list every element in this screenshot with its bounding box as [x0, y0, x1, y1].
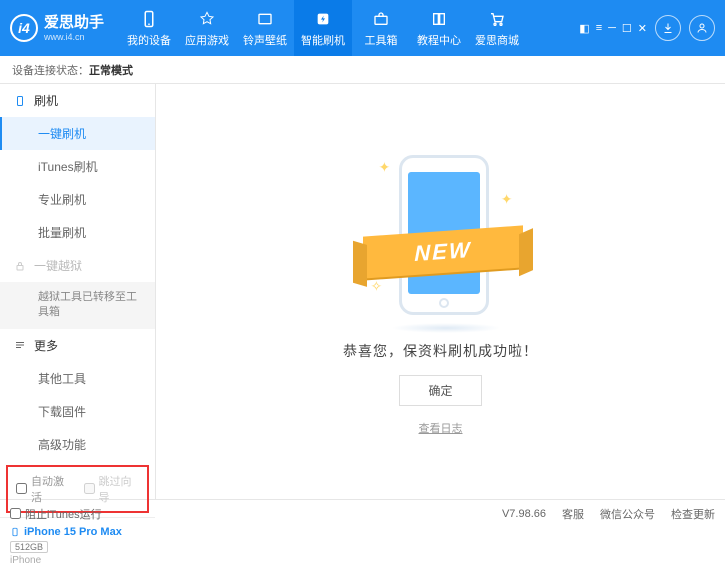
footer-link-wechat[interactable]: 微信公众号	[600, 506, 655, 522]
sidebar-item-advanced[interactable]: 高级功能	[0, 428, 155, 461]
menu-icon[interactable]: ≡	[596, 22, 602, 34]
ok-button[interactable]: 确定	[399, 375, 481, 406]
new-ribbon: NEW	[363, 225, 523, 278]
image-icon	[255, 9, 275, 29]
sidebar-item-othertools[interactable]: 其他工具	[0, 362, 155, 395]
app-url: www.i4.cn	[44, 32, 104, 43]
sidebar-jailbreak-header: 一键越狱	[0, 249, 155, 282]
nav-mydevice[interactable]: 我的设备	[120, 0, 178, 56]
nav-flash[interactable]: 智能刷机	[294, 0, 352, 56]
apps-icon	[197, 9, 217, 29]
lock-icon	[14, 260, 26, 272]
nav-toolbox[interactable]: 工具箱	[352, 0, 410, 56]
sidebar-flash-header[interactable]: 刷机	[0, 84, 155, 117]
download-button[interactable]	[655, 15, 681, 41]
status-bar: 设备连接状态： 正常模式	[0, 56, 725, 84]
nav-apps[interactable]: 应用游戏	[178, 0, 236, 56]
nav-tutorials[interactable]: 教程中心	[410, 0, 468, 56]
sidebar-item-pro[interactable]: 专业刷机	[0, 183, 155, 216]
main-content: ✦ ✦ ✧ NEW 恭喜您，保资料刷机成功啦！ 确定 查看日志	[156, 84, 725, 499]
device-phone-icon	[10, 527, 20, 537]
flash-icon	[313, 9, 333, 29]
book-icon	[429, 9, 449, 29]
sidebar-jailbreak-note: 越狱工具已转移至工具箱	[0, 282, 155, 329]
success-message: 恭喜您，保资料刷机成功啦！	[343, 341, 538, 361]
footer-link-update[interactable]: 检查更新	[671, 506, 715, 522]
block-itunes-checkbox[interactable]: 阻止iTunes运行	[10, 506, 102, 522]
user-button[interactable]	[689, 15, 715, 41]
device-type: iPhone	[10, 555, 145, 566]
maximize-icon[interactable]: ☐	[622, 22, 632, 35]
device-capacity: 512GB	[10, 541, 48, 553]
sidebar-item-oneclick[interactable]: 一键刷机	[0, 117, 155, 150]
app-logo: i4 爱思助手 www.i4.cn	[10, 14, 104, 43]
close-icon[interactable]: ✕	[638, 22, 647, 35]
status-value: 正常模式	[89, 62, 133, 78]
skip-guide-checkbox[interactable]: 跳过向导	[84, 473, 140, 505]
skin-icon[interactable]: ◧	[579, 22, 589, 35]
sidebar: 刷机 一键刷机 iTunes刷机 专业刷机 批量刷机 一键越狱 越狱工具已转移至…	[0, 84, 156, 499]
auto-activate-checkbox[interactable]: 自动激活	[16, 473, 72, 505]
minimize-icon[interactable]: ─	[608, 22, 616, 34]
app-title: 爱思助手	[44, 14, 104, 32]
sidebar-item-itunes[interactable]: iTunes刷机	[0, 150, 155, 183]
version-text: V7.98.66	[502, 508, 546, 520]
sidebar-item-download[interactable]: 下载固件	[0, 395, 155, 428]
nav-ringtone[interactable]: 铃声壁纸	[236, 0, 294, 56]
logo-icon: i4	[10, 14, 38, 42]
list-icon	[14, 339, 26, 351]
title-bar: i4 爱思助手 www.i4.cn 我的设备 应用游戏 铃声壁纸 智能刷机 工具…	[0, 0, 725, 56]
sidebar-more-header[interactable]: 更多	[0, 329, 155, 362]
device-name-text: iPhone 15 Pro Max	[24, 526, 122, 538]
footer-link-support[interactable]: 客服	[562, 506, 584, 522]
sidebar-item-batch[interactable]: 批量刷机	[0, 216, 155, 249]
nav-store[interactable]: 爱思商城	[468, 0, 526, 56]
device-info[interactable]: iPhone 15 Pro Max 512GB iPhone	[0, 517, 155, 574]
status-label: 设备连接状态：	[12, 62, 89, 78]
success-illustration: ✦ ✦ ✧ NEW	[351, 147, 531, 327]
view-log-link[interactable]: 查看日志	[419, 420, 463, 436]
phone-icon	[139, 9, 159, 29]
phone-small-icon	[14, 95, 26, 107]
top-nav: 我的设备 应用游戏 铃声壁纸 智能刷机 工具箱 教程中心 爱思商城	[120, 0, 579, 56]
toolbox-icon	[371, 9, 391, 29]
cart-icon	[487, 9, 507, 29]
